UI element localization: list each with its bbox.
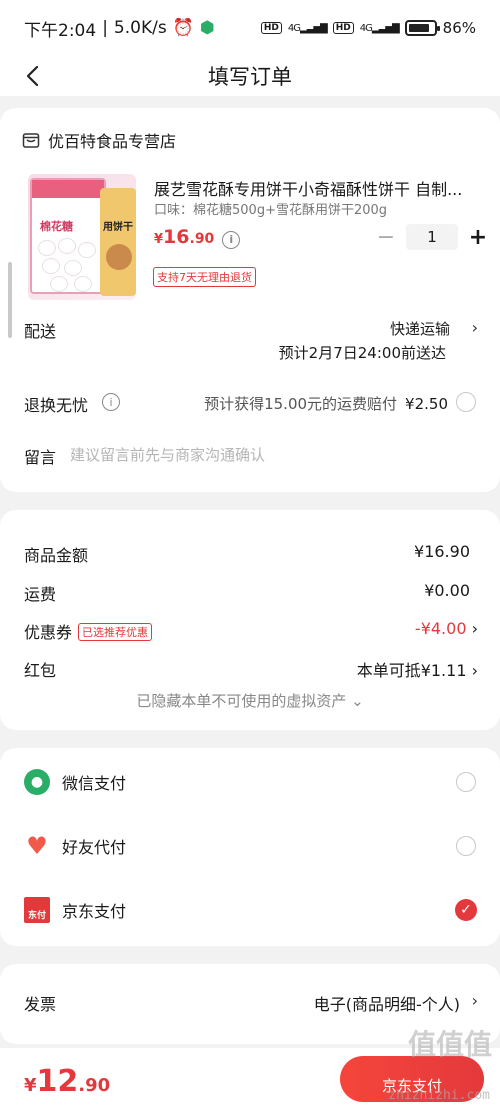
chevron-right-icon[interactable]: › bbox=[472, 991, 478, 1010]
increase-button[interactable]: + bbox=[466, 225, 490, 250]
info-icon[interactable]: i bbox=[222, 230, 241, 249]
hd-icon: HD bbox=[260, 22, 282, 34]
store-name: 优百特食品专营店 bbox=[48, 132, 177, 151]
insurance-fee: ¥2.50 bbox=[405, 395, 448, 413]
product-price: ¥ 16 .90 i bbox=[154, 226, 241, 249]
return-policy-badge: 支持7天无理由退货 bbox=[153, 267, 256, 287]
payment-option-wechat[interactable]: ● 微信支付 bbox=[24, 769, 476, 795]
freight-row: 运费 ¥0.00 bbox=[24, 581, 470, 604]
product-title[interactable]: 展艺雪花酥专用饼干小奇福酥性饼干 自制... bbox=[154, 176, 476, 200]
payment-option-friend[interactable]: ♥ 好友代付 bbox=[24, 832, 476, 860]
store-header[interactable]: 优百特食品专营店 bbox=[22, 128, 176, 152]
shield-icon: ⬢ bbox=[199, 18, 215, 38]
quantity-input[interactable]: 1 bbox=[406, 224, 458, 250]
message-input[interactable]: 建议留言前先与商家沟通确认 bbox=[70, 444, 265, 465]
insurance-description: 预计获得15.00元的运费赔付 ¥2.50 bbox=[204, 395, 448, 413]
scrollbar[interactable] bbox=[8, 262, 12, 338]
decrease-button[interactable]: − bbox=[374, 225, 398, 250]
back-arrow-icon[interactable] bbox=[22, 64, 46, 88]
info-icon[interactable]: i bbox=[102, 393, 120, 411]
shipping-eta: 预计2月7日24:00前送达 bbox=[278, 344, 446, 362]
quantity-stepper: − 1 + bbox=[374, 224, 490, 250]
store-icon bbox=[22, 133, 40, 148]
redpack-row[interactable]: 红包 本单可抵¥1.11 › bbox=[24, 657, 478, 681]
signal-icon-2: 4G▂▃▅▇ bbox=[359, 22, 400, 34]
message-label: 留言 bbox=[24, 448, 57, 467]
invoice-value[interactable]: 电子(商品明细-个人) bbox=[314, 991, 460, 1015]
status-time: 下午2:04 bbox=[24, 20, 97, 41]
jd-pay-radio-checked[interactable]: ✓ bbox=[455, 899, 477, 921]
chevron-right-icon[interactable]: › bbox=[472, 318, 478, 337]
jd-pay-icon: 东付 bbox=[24, 897, 50, 923]
chevron-right-icon: › bbox=[471, 619, 478, 638]
hidden-assets-toggle[interactable]: 已隐藏本单不可使用的虚拟资产 ⌄ bbox=[0, 690, 500, 711]
order-items-card bbox=[0, 108, 500, 492]
product-image[interactable]: 棉花糖 用饼干 bbox=[28, 174, 136, 300]
battery-icon bbox=[404, 20, 440, 36]
product-variant[interactable]: 口味：棉花糖500g+雪花酥用饼干200g bbox=[154, 199, 387, 218]
page-title: 填写订单 bbox=[208, 65, 292, 89]
battery-level: 86% bbox=[442, 19, 476, 37]
status-bar: 下午2:04 | 5.0K/s ⏰ ⬢ HD 4G▂▃▅▇ HD 4G▂▃▅▇ … bbox=[0, 0, 500, 56]
status-speed: 5.0K/s bbox=[113, 18, 167, 38]
invoice-label: 发票 bbox=[24, 995, 57, 1014]
insurance-label: 退换无忧 bbox=[24, 396, 89, 415]
friend-pay-icon: ♥ bbox=[26, 832, 48, 860]
watermark-url: zhizhizhi.com bbox=[388, 1088, 490, 1103]
friend-pay-radio[interactable] bbox=[456, 836, 476, 856]
coupon-row[interactable]: 优惠券 已选推荐优惠 -¥4.00 › bbox=[24, 619, 478, 643]
watermark-logo: 值值值 bbox=[407, 1028, 492, 1061]
insurance-radio[interactable] bbox=[456, 392, 476, 412]
coupon-tag: 已选推荐优惠 bbox=[78, 623, 153, 641]
nav-bar: 填写订单 bbox=[0, 56, 500, 96]
shipping-label: 配送 bbox=[24, 322, 57, 341]
alarm-icon: ⏰ bbox=[172, 18, 194, 38]
goods-amount-row: 商品金额 ¥16.90 bbox=[24, 542, 470, 565]
total-price: ¥ 12 .90 bbox=[24, 1064, 111, 1099]
shipping-method[interactable]: 快递运输 bbox=[390, 318, 450, 339]
wechat-pay-icon: ● bbox=[24, 769, 50, 795]
signal-icon: 4G▂▃▅▇ bbox=[287, 22, 328, 34]
coupon-value: -¥4.00 bbox=[414, 619, 467, 638]
status-divider: | bbox=[102, 18, 108, 38]
wechat-radio[interactable] bbox=[456, 772, 476, 792]
redpack-value: 本单可抵¥1.11 bbox=[356, 661, 467, 680]
chevron-right-icon: › bbox=[471, 661, 478, 680]
payment-option-jd[interactable]: 东付 京东支付 bbox=[24, 897, 476, 923]
hd-icon-2: HD bbox=[332, 22, 354, 34]
